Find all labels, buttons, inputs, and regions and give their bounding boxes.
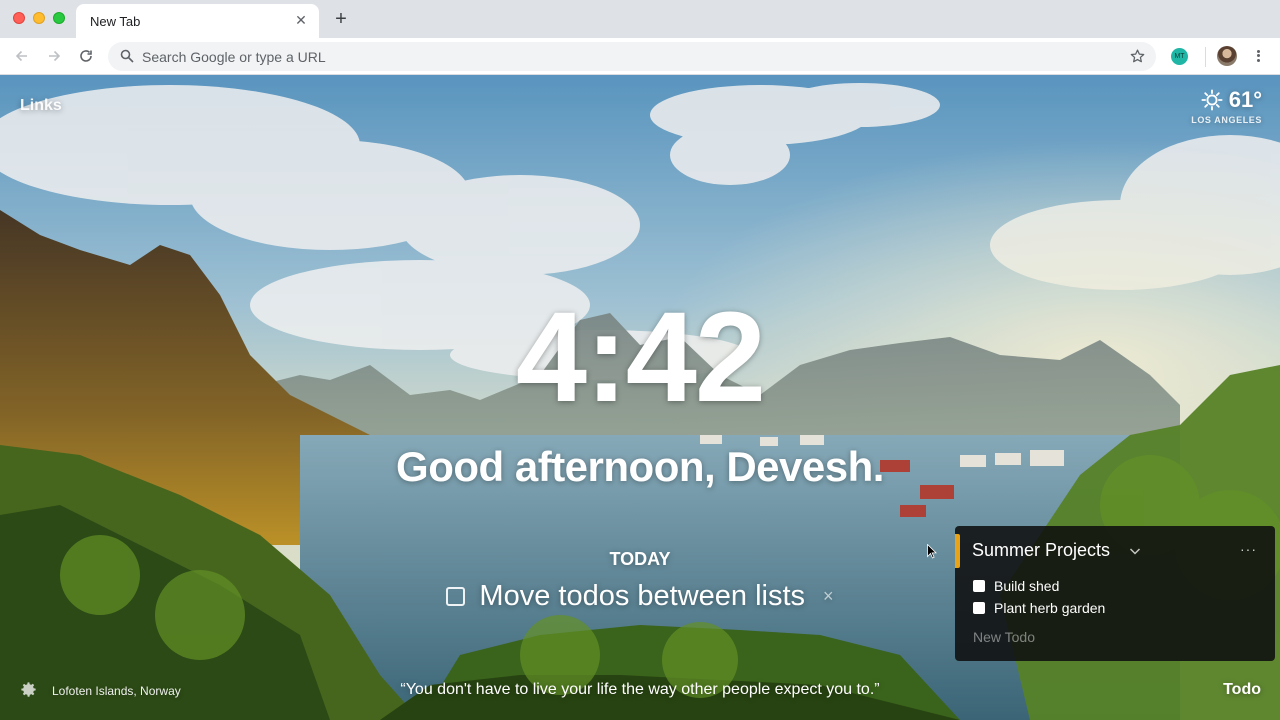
photo-location[interactable]: Lofoten Islands, Norway [52,684,181,698]
focus-delete-button[interactable]: × [823,586,834,607]
todo-checkbox[interactable] [973,602,985,614]
gear-icon[interactable] [19,680,38,699]
window-minimize-button[interactable] [33,12,45,24]
search-icon [120,49,134,63]
clock: 4:42 [515,286,766,429]
todo-panel: Summer Projects ··· Build shed Plant her… [955,526,1275,661]
todo-item-label[interactable]: Plant herb garden [994,600,1105,616]
quote-text[interactable]: “You don't have to live your life the wa… [400,681,879,698]
todo-list-title[interactable]: Summer Projects [972,540,1110,561]
weather-widget[interactable]: 61° LOS ANGELES [1191,87,1262,125]
todo-item: Build shed [973,578,1059,594]
sun-icon [1201,89,1223,111]
todo-item: Plant herb garden [973,600,1105,616]
todo-list-accent [955,534,960,568]
mouse-cursor-icon [927,544,937,559]
arrow-left-icon [15,50,27,62]
momentum-extension-icon[interactable]: MT [1171,48,1188,65]
window-close-button[interactable] [13,12,25,24]
tab-strip: New Tab ✕ + [0,0,1280,38]
reload-button[interactable] [74,44,98,68]
forward-button[interactable] [42,44,66,68]
bookmark-star-icon[interactable] [1129,48,1146,65]
window-zoom-button[interactable] [53,12,65,24]
browser-toolbar: Search Google or type a URL [0,38,1280,75]
chevron-down-icon[interactable] [1129,546,1141,556]
todo-more-button[interactable]: ··· [1240,542,1257,556]
links-button[interactable]: Links [20,97,62,115]
focus-text: Move todos between lists [479,580,806,612]
profile-avatar[interactable] [1217,46,1237,66]
toolbar-divider [1205,47,1206,67]
tab-new-tab[interactable]: New Tab ✕ [76,4,319,38]
reload-icon [80,50,92,62]
address-bar-placeholder: Search Google or type a URL [142,49,326,65]
browser-menu-button[interactable] [1252,46,1264,66]
greeting: Good afternoon, Devesh. [396,443,884,490]
close-icon[interactable]: ✕ [293,12,309,28]
todo-checkbox[interactable] [973,580,985,592]
new-tab-button[interactable]: + [330,8,352,30]
weather-temperature: 61° [1228,87,1262,112]
focus-checkbox[interactable] [446,586,466,606]
todo-item-label[interactable]: Build shed [994,578,1059,594]
weather-location: LOS ANGELES [1191,115,1262,125]
address-bar[interactable]: Search Google or type a URL [108,42,1156,71]
arrow-right-icon [49,50,61,62]
new-todo-input[interactable]: New Todo [973,629,1035,645]
back-button[interactable] [10,44,34,68]
new-tab-dashboard: Links 61° LOS ANGELES 4:42 Good afternoo… [0,75,1280,720]
tab-title: New Tab [90,14,141,29]
todo-toggle-button[interactable]: Todo [1223,681,1261,699]
